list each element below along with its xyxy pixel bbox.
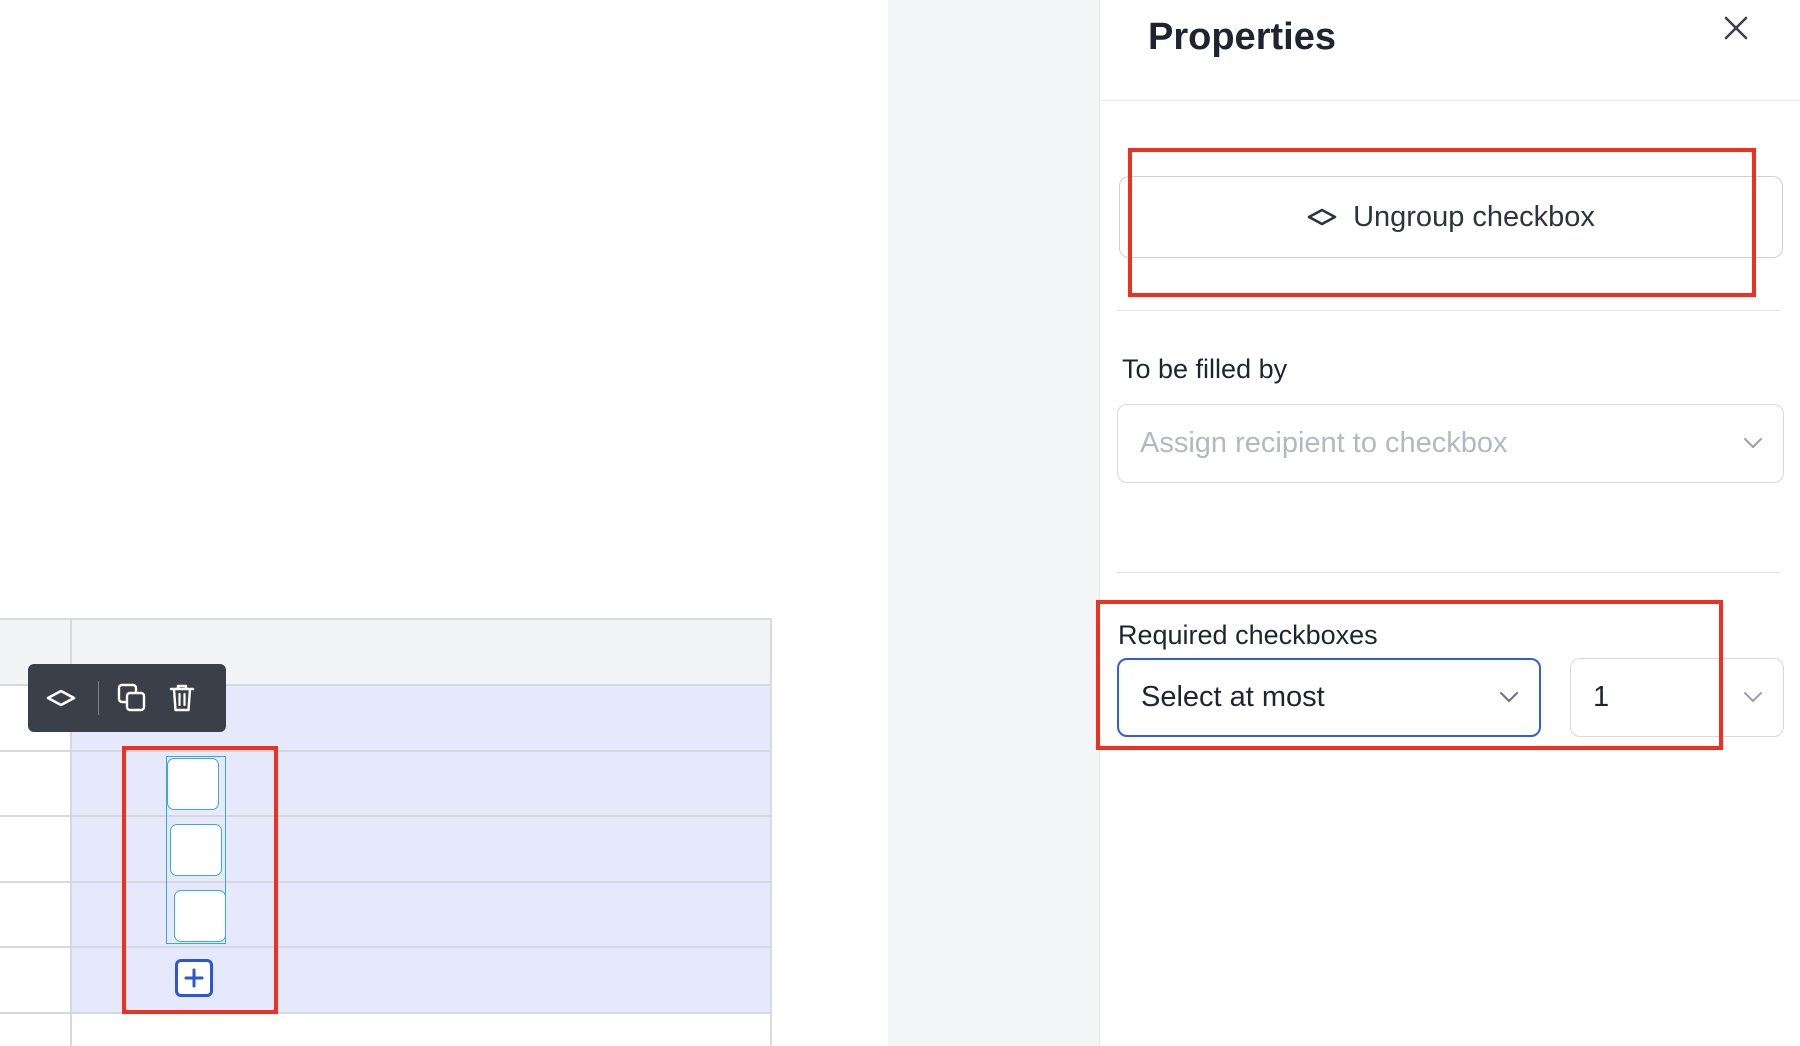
chevron-down-icon [1744,437,1762,448]
checkbox-field-3[interactable] [174,890,226,942]
required-mode-select[interactable]: Select at most [1117,658,1541,737]
close-icon[interactable] [1718,10,1754,46]
recipient-select[interactable]: Assign recipient to checkbox [1117,404,1784,483]
plus-icon [184,968,204,988]
table-first-column [0,686,70,1046]
ungroup-button-label: Ungroup checkbox [1353,200,1595,233]
ungroup-checkbox-button[interactable]: Ungroup checkbox [1119,176,1783,258]
checkbox-field-2[interactable] [170,824,222,876]
recipient-select-placeholder: Assign recipient to checkbox [1140,427,1508,459]
required-checkboxes-label: Required checkboxes [1118,620,1378,650]
add-checkbox-button[interactable] [175,959,213,997]
table-divider [0,1012,70,1014]
required-count-select[interactable]: 1 [1570,658,1784,737]
panel-title: Properties [1148,16,1336,58]
table-row [0,948,770,1014]
checkbox-field-1[interactable] [167,758,219,810]
ungroup-icon[interactable] [44,681,78,715]
properties-panel: Properties Ungroup checkbox To be filled… [1099,0,1800,1046]
chevron-down-icon [1500,691,1518,702]
table-divider [0,946,70,948]
filled-by-label: To be filled by [1122,354,1288,384]
toolbar-separator [98,681,99,715]
table-divider [0,881,70,883]
duplicate-icon[interactable] [115,681,149,715]
table-row [0,1014,770,1046]
app-root: Properties Ungroup checkbox To be filled… [0,0,1800,1046]
ungroup-icon [1307,208,1337,226]
required-mode-value: Select at most [1141,681,1325,713]
table-divider [0,815,70,817]
table-row [0,817,770,883]
trash-icon[interactable] [165,681,199,715]
header-divider [1100,100,1800,101]
required-count-value: 1 [1593,681,1610,713]
canvas-margin [888,0,1100,1046]
document-canvas [0,0,888,1046]
table-divider [0,750,70,752]
section-divider [1116,310,1781,311]
field-toolbar [28,664,226,732]
section-divider [1116,572,1781,573]
chevron-down-icon [1744,691,1762,702]
table-row [0,883,770,948]
table-row [0,752,770,817]
